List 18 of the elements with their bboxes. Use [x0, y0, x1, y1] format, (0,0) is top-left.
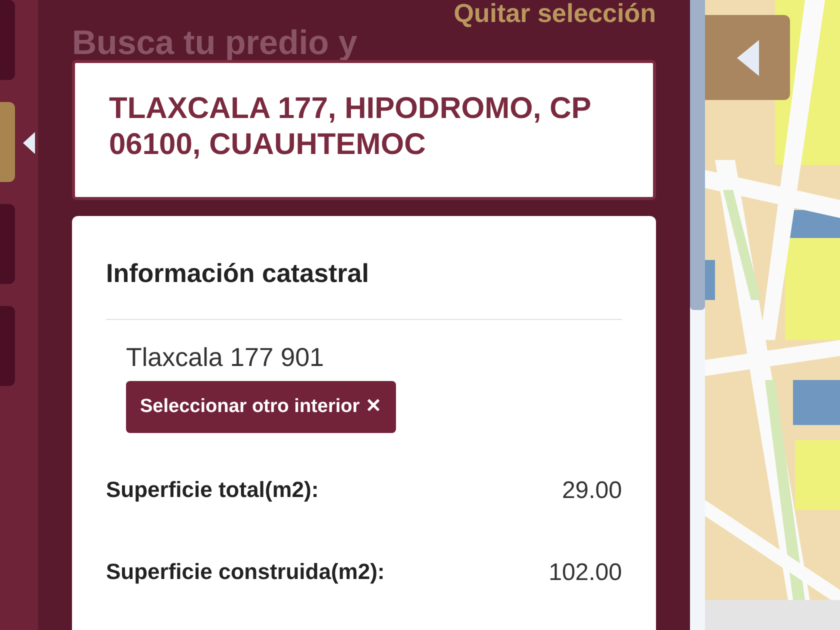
- rail-tab[interactable]: [0, 204, 15, 284]
- address-text: TLAXCALA 177, HIPODROMO, CP 06100, CUAUHTEMOC: [109, 91, 592, 163]
- triangle-icon: [734, 38, 760, 78]
- clear-selection-link[interactable]: Quitar selección: [454, 0, 656, 26]
- unit-label: Tlaxcala 177 901: [126, 341, 326, 374]
- change-interior-button[interactable]: Seleccionar otro interior ✕: [126, 381, 396, 433]
- rail-tab[interactable]: [0, 102, 15, 182]
- card-title: Información catastral: [106, 257, 370, 290]
- field-label: Superficie construida(m2):: [106, 558, 385, 586]
- rail-tab[interactable]: [0, 0, 15, 80]
- field-label: Superficie total(m2):: [106, 476, 319, 504]
- field-value: 29.00: [562, 476, 622, 506]
- panel-heading: Busca tu predio y: [72, 26, 358, 60]
- field-value: 102.00: [548, 558, 622, 588]
- scrollbar[interactable]: [690, 0, 705, 630]
- triangle-icon: [23, 132, 35, 154]
- rail-tab[interactable]: [0, 306, 15, 386]
- collapse-button[interactable]: [705, 15, 790, 100]
